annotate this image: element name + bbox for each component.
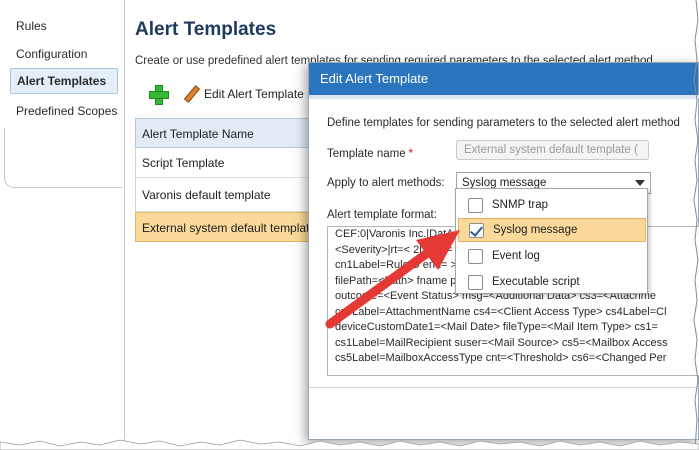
- option-syslog-message[interactable]: Syslog message: [458, 218, 646, 242]
- page-title: Alert Templates: [135, 19, 277, 40]
- table-row[interactable]: Script Template: [135, 148, 311, 178]
- option-label: SNMP trap: [492, 199, 549, 211]
- table-row[interactable]: External system default template: [135, 212, 311, 242]
- left-navigation: Rules Configuration Alert Templates Pred…: [0, 0, 124, 450]
- table-row[interactable]: Varonis default template: [135, 178, 311, 212]
- chevron-down-icon[interactable]: [635, 180, 645, 186]
- template-name-label: Template name *: [327, 148, 413, 160]
- option-executable-script[interactable]: Executable script: [458, 270, 646, 294]
- plus-icon[interactable]: [149, 85, 169, 105]
- template-name-field[interactable]: External system default template (: [456, 140, 649, 160]
- dialog-footer-divider: [309, 387, 699, 388]
- option-label: Executable script: [492, 276, 580, 288]
- alert-templates-grid: Alert Template Name Script Template Varo…: [135, 118, 311, 242]
- snmp-trap-checkbox[interactable]: [468, 197, 483, 213]
- nav-item-rules[interactable]: Rules: [16, 19, 47, 33]
- required-mark: *: [408, 148, 414, 160]
- dialog-title: Edit Alert Template: [309, 63, 698, 95]
- nav-item-alert-templates[interactable]: Alert Templates: [10, 68, 118, 94]
- grid-header[interactable]: Alert Template Name: [135, 118, 311, 148]
- edit-alert-template-button[interactable]: Edit Alert Template: [183, 83, 304, 105]
- syslog-message-checkbox[interactable]: [469, 222, 484, 238]
- option-event-log[interactable]: Event log: [458, 244, 646, 268]
- option-label: Event log: [492, 250, 540, 262]
- edit-alert-template-label: Edit Alert Template: [204, 87, 304, 101]
- alert-methods-dropdown: SNMP trap Syslog message Event log Execu…: [455, 188, 648, 294]
- torn-edge-right: [693, 0, 699, 450]
- pencil-icon: [183, 86, 199, 102]
- option-label: Syslog message: [493, 224, 578, 236]
- option-snmp-trap[interactable]: SNMP trap: [458, 193, 646, 217]
- nav-panel-edge: [4, 128, 122, 188]
- executable-script-checkbox[interactable]: [468, 274, 483, 290]
- torn-edge-bottom: [0, 439, 699, 450]
- format-line: cs5Label=MailboxAccessType cnt=<Threshol…: [335, 352, 667, 364]
- annotation-arrow-icon: [325, 230, 460, 329]
- nav-item-configuration[interactable]: Configuration: [16, 47, 87, 61]
- template-name-label-text: Template name: [327, 148, 406, 160]
- nav-item-predefined-scopes[interactable]: Predefined Scopes: [16, 104, 117, 118]
- apply-to-methods-label: Apply to alert methods:: [327, 177, 445, 189]
- dialog-description: Define templates for sending parameters …: [327, 117, 680, 129]
- event-log-checkbox[interactable]: [468, 248, 483, 264]
